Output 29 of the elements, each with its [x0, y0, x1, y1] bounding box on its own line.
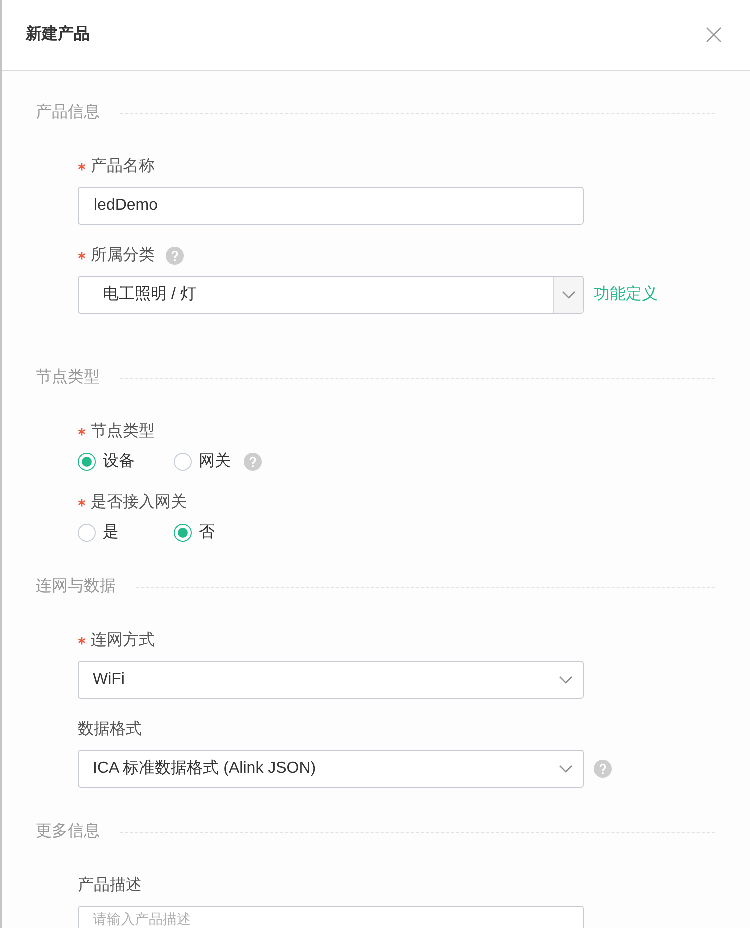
category-select[interactable]: 电工照明 / 灯 — [78, 276, 584, 314]
caret-icon — [559, 765, 573, 773]
description-field[interactable]: 请输入产品描述 — [78, 906, 584, 928]
dialog-title: 新建产品 — [26, 25, 90, 45]
section-title: 连网与数据 — [36, 577, 116, 597]
field-label: 节点类型 — [91, 422, 155, 442]
help-icon[interactable] — [166, 247, 184, 265]
dropdown-select[interactable]: ICA 标准数据格式 (Alink JSON) — [78, 750, 584, 788]
text-field[interactable]: ledDemo — [78, 187, 584, 225]
dropdown-select[interactable]: WiFi — [78, 661, 584, 699]
field-label: 数据格式 — [78, 720, 142, 740]
field-label: 产品描述 — [78, 876, 142, 896]
field-label: 连网方式 — [91, 631, 155, 651]
radio-option[interactable]: 设备 — [78, 452, 174, 472]
field-label: 所属分类 — [91, 246, 155, 266]
section-title: 更多信息 — [36, 822, 100, 842]
radio-option[interactable]: 是 — [78, 523, 174, 543]
field-label: 产品名称 — [91, 157, 155, 177]
caret-icon — [559, 676, 573, 684]
radio-option[interactable]: 否 — [174, 523, 215, 543]
help-icon[interactable] — [244, 453, 262, 471]
section-title: 产品信息 — [36, 103, 100, 123]
field-label: 是否接入网关 — [91, 493, 187, 513]
close-icon — [706, 27, 722, 43]
help-icon[interactable] — [594, 760, 612, 778]
radio-option[interactable]: 网关 — [174, 452, 231, 472]
section-title: 节点类型 — [36, 368, 100, 388]
close-button[interactable] — [706, 27, 722, 43]
caret-icon — [562, 291, 576, 299]
